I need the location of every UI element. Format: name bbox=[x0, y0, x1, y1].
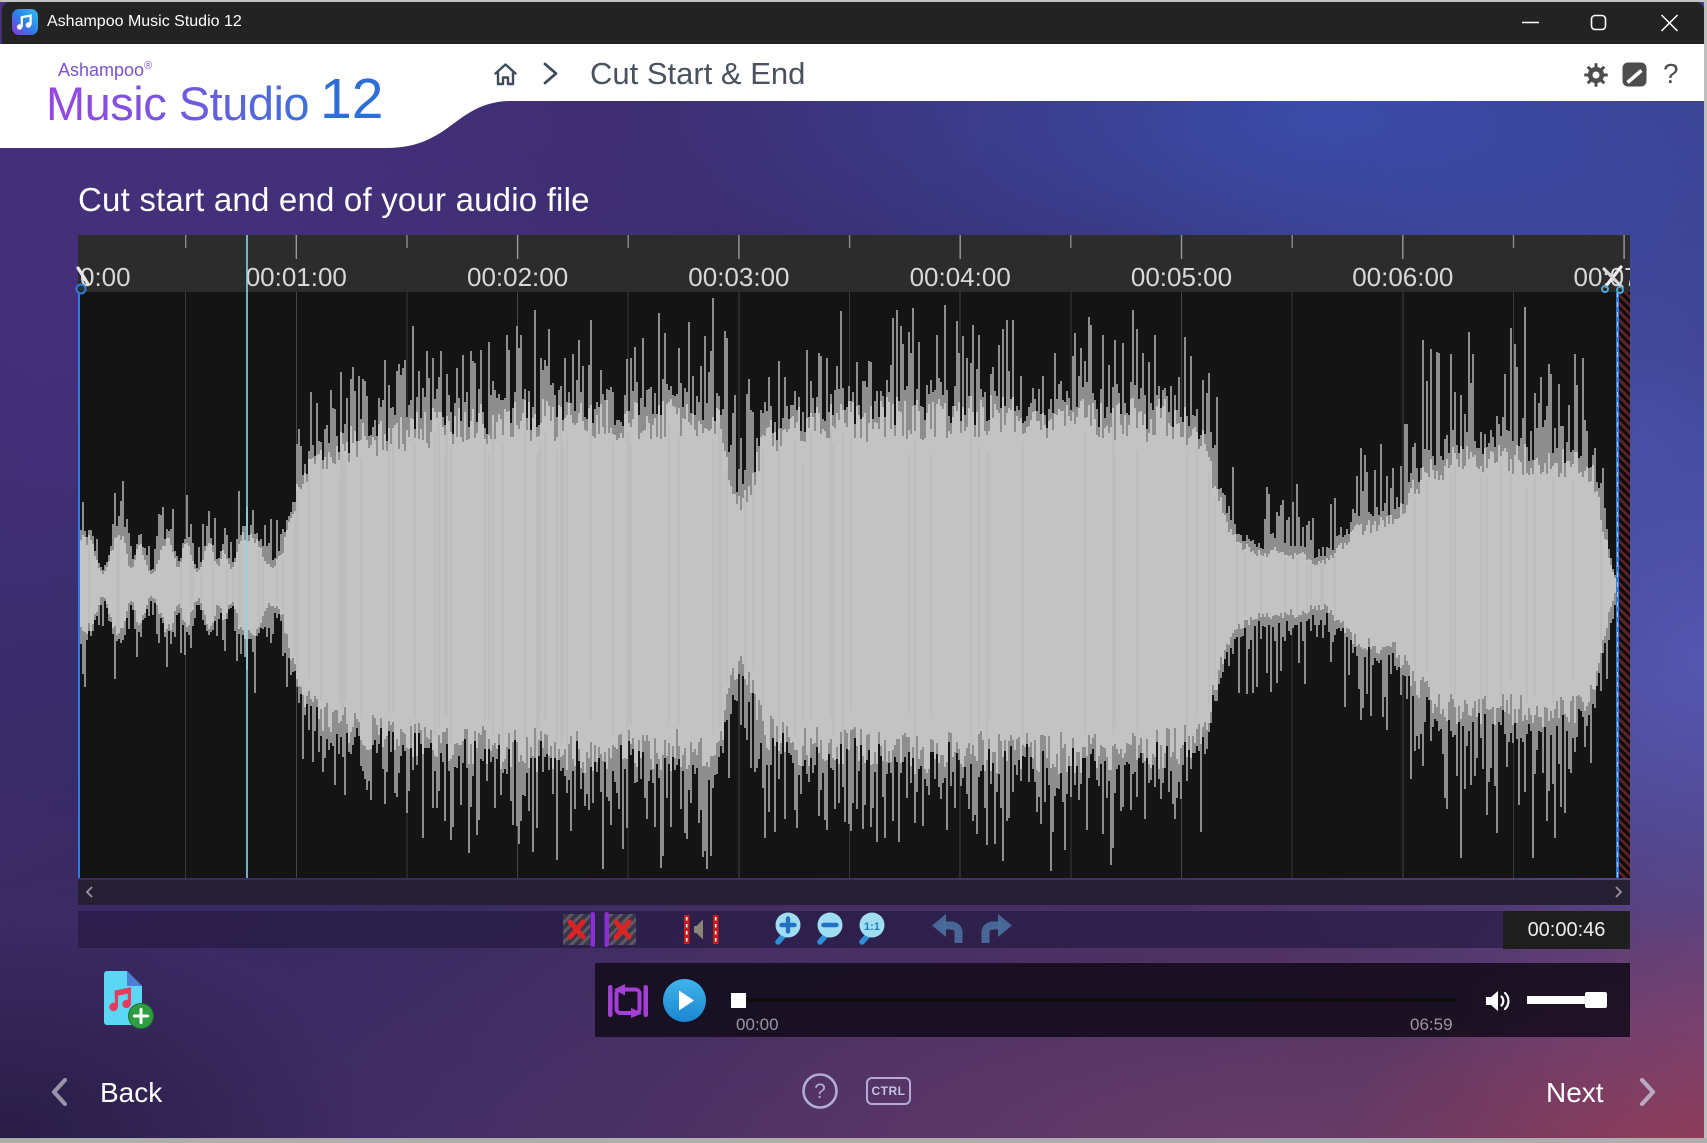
svg-text:00:05:00: 00:05:00 bbox=[1131, 262, 1232, 292]
svg-text:00:01:00: 00:01:00 bbox=[246, 262, 347, 292]
svg-text:00:03:00: 00:03:00 bbox=[688, 262, 789, 292]
svg-text:?: ? bbox=[814, 1080, 826, 1103]
svg-text:00:02:00: 00:02:00 bbox=[467, 262, 568, 292]
svg-text:00:04:00: 00:04:00 bbox=[910, 262, 1011, 292]
svg-text:00:06:00: 00:06:00 bbox=[1352, 262, 1453, 292]
svg-text:00:07:00: 00:07:00 bbox=[1573, 262, 1630, 292]
svg-text:1:1: 1:1 bbox=[864, 921, 880, 933]
svg-text:0:00: 0:00 bbox=[80, 262, 131, 292]
